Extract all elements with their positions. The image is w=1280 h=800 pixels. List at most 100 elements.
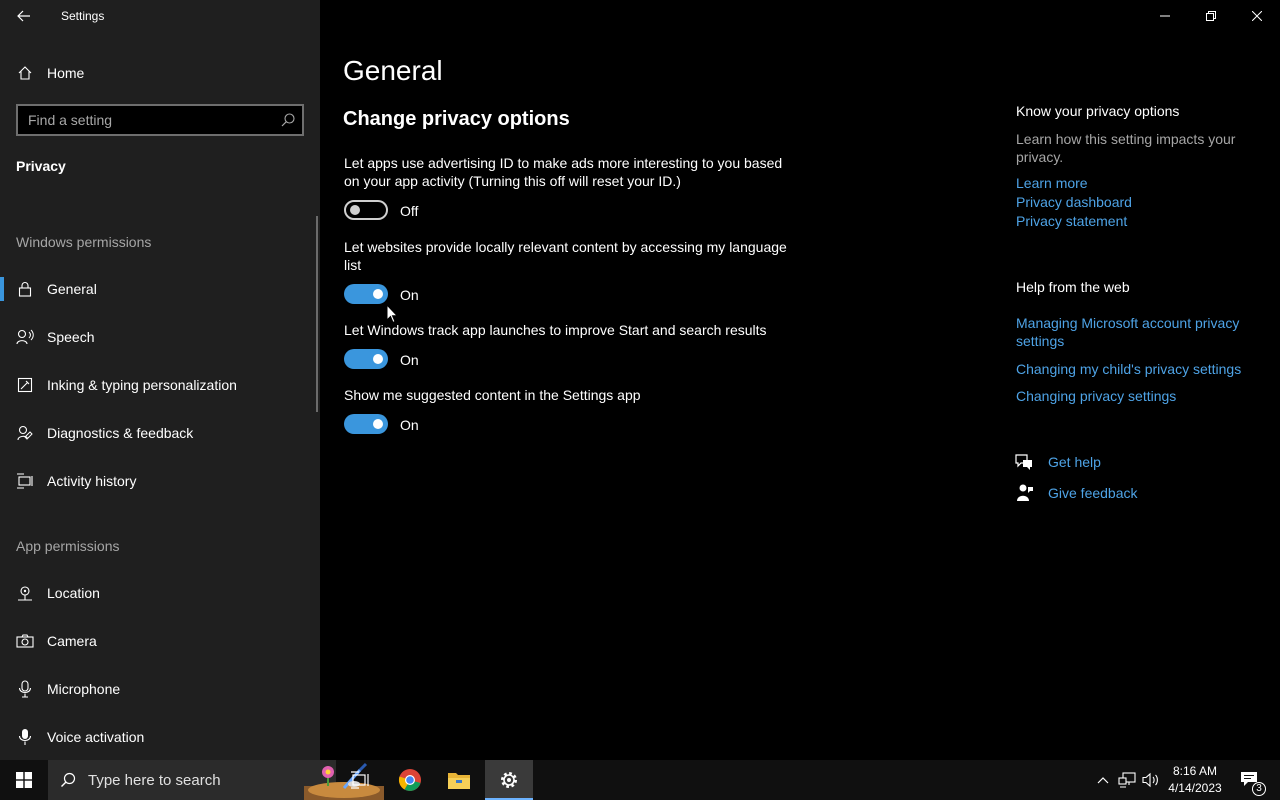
minimize-icon (1160, 15, 1170, 17)
page-title: General (343, 55, 443, 86)
sidebar-item-label: Camera (47, 633, 97, 649)
sidebar-item-microphone[interactable]: Microphone (0, 669, 320, 709)
sidebar: Settings Home Privacy Windows permission… (0, 0, 320, 760)
start-button[interactable] (0, 760, 48, 800)
sidebar-item-voice-activation[interactable]: Voice activation (0, 717, 320, 757)
settings-taskbar-button[interactable] (485, 760, 533, 800)
sidebar-item-label: Voice activation (47, 729, 145, 745)
toggle-knob (350, 205, 360, 215)
sidebar-item-activity-history[interactable]: Activity history (0, 461, 320, 501)
sidebar-item-location[interactable]: Location (0, 573, 320, 613)
changing-privacy-link[interactable]: Changing privacy settings (1016, 387, 1266, 405)
window-controls (1142, 0, 1280, 32)
taskbar: Type here to search 8:16 AM 4/14/2023 3 (0, 760, 1280, 800)
app-launch-tracking-toggle[interactable] (344, 349, 388, 369)
know-privacy-heading: Know your privacy options (1016, 103, 1180, 119)
sidebar-item-label: Diagnostics & feedback (47, 425, 194, 441)
close-button[interactable] (1234, 0, 1280, 32)
network-button[interactable] (1118, 770, 1136, 790)
active-indicator (0, 277, 4, 301)
sidebar-item-inking-typing[interactable]: Inking & typing personalization (0, 365, 320, 405)
notification-count-badge: 3 (1252, 782, 1266, 796)
toggle-knob (373, 354, 383, 364)
taskbar-search-box[interactable]: Type here to search (48, 760, 384, 800)
give-feedback-icon (1017, 484, 1033, 501)
restore-icon (1206, 11, 1216, 21)
suggested-content-description: Show me suggested content in the Setting… (344, 387, 641, 403)
file-explorer-taskbar-button[interactable] (435, 760, 483, 800)
app-permissions-heading: App permissions (16, 538, 120, 554)
sidebar-scrollbar[interactable] (316, 216, 318, 412)
setting-search-box[interactable] (16, 104, 304, 136)
taskbar-clock[interactable]: 8:16 AM 4/14/2023 (1162, 763, 1228, 797)
language-list-toggle[interactable] (344, 284, 388, 304)
clock-time: 8:16 AM (1172, 764, 1218, 778)
privacy-statement-link[interactable]: Privacy statement (1016, 212, 1266, 230)
sidebar-item-label: Inking & typing personalization (47, 377, 237, 393)
sidebar-item-label: Microphone (47, 681, 121, 697)
search-icon (61, 772, 76, 787)
gear-icon (501, 772, 517, 788)
advertising-id-description: Let apps use advertising ID to make ads … (344, 155, 783, 189)
task-view-button[interactable] (336, 760, 384, 800)
windows-permissions-heading: Windows permissions (16, 234, 152, 250)
close-icon (1252, 11, 1262, 21)
volume-button[interactable] (1142, 770, 1160, 790)
chevron-up-icon (1097, 777, 1109, 784)
microphone-icon (16, 680, 34, 698)
search-icon[interactable] (280, 112, 296, 128)
main-content: General Change privacy options Let apps … (320, 0, 1280, 760)
mouse-cursor-icon (386, 304, 398, 324)
back-arrow-icon (17, 10, 30, 22)
network-icon (1118, 772, 1136, 788)
get-help-link[interactable]: Get help (1048, 454, 1101, 470)
location-icon (16, 584, 34, 602)
suggested-content-state: On (400, 417, 419, 433)
inking-icon (16, 376, 34, 394)
action-center-button[interactable]: 3 (1232, 760, 1272, 800)
activity-history-icon (16, 472, 34, 490)
show-hidden-icons-button[interactable] (1094, 770, 1112, 790)
taskbar-search-placeholder: Type here to search (88, 772, 221, 789)
toggle-knob (373, 289, 383, 299)
help-from-web-heading: Help from the web (1016, 279, 1130, 295)
app-launch-tracking-state: On (400, 352, 419, 368)
voice-activation-icon (16, 728, 34, 746)
sidebar-item-general[interactable]: General (0, 269, 320, 309)
sidebar-item-label: Home (47, 65, 85, 81)
sidebar-item-speech[interactable]: Speech (0, 317, 320, 357)
get-help-icon (1015, 454, 1032, 470)
setting-search-input[interactable] (18, 106, 278, 134)
folder-icon (448, 773, 470, 789)
minimize-button[interactable] (1142, 0, 1188, 32)
restore-button[interactable] (1188, 0, 1234, 32)
camera-icon (16, 632, 34, 650)
sidebar-item-label: Location (47, 585, 100, 601)
back-button[interactable] (10, 4, 38, 28)
chrome-icon (398, 769, 421, 791)
sidebar-item-home[interactable]: Home (0, 53, 320, 93)
clock-date: 4/14/2023 (1168, 781, 1222, 795)
learn-more-link[interactable]: Learn more (1016, 174, 1266, 192)
know-privacy-text: Learn how this setting impacts your priv… (1016, 131, 1236, 165)
sidebar-item-camera[interactable]: Camera (0, 621, 320, 661)
sidebar-item-label: Speech (47, 329, 95, 345)
suggested-content-toggle[interactable] (344, 414, 388, 434)
sidebar-item-label: General (47, 281, 97, 297)
chrome-taskbar-button[interactable] (386, 760, 434, 800)
language-list-description: Let websites provide locally relevant co… (344, 239, 787, 273)
speech-icon (16, 328, 34, 346)
section-title: Change privacy options (343, 108, 570, 130)
current-section-label: Privacy (16, 158, 66, 174)
toggle-knob (373, 419, 383, 429)
titlebar-left: Settings (0, 0, 320, 32)
give-feedback-link[interactable]: Give feedback (1048, 485, 1138, 501)
language-list-state: On (400, 287, 419, 303)
sidebar-item-diagnostics[interactable]: Diagnostics & feedback (0, 413, 320, 453)
app-launch-tracking-description: Let Windows track app launches to improv… (344, 322, 767, 338)
managing-account-privacy-link[interactable]: Managing Microsoft account privacy setti… (1016, 314, 1266, 350)
advertising-id-toggle[interactable] (344, 200, 388, 220)
child-privacy-link[interactable]: Changing my child's privacy settings (1016, 360, 1266, 378)
privacy-dashboard-link[interactable]: Privacy dashboard (1016, 193, 1266, 211)
app-title: Settings (61, 9, 105, 23)
